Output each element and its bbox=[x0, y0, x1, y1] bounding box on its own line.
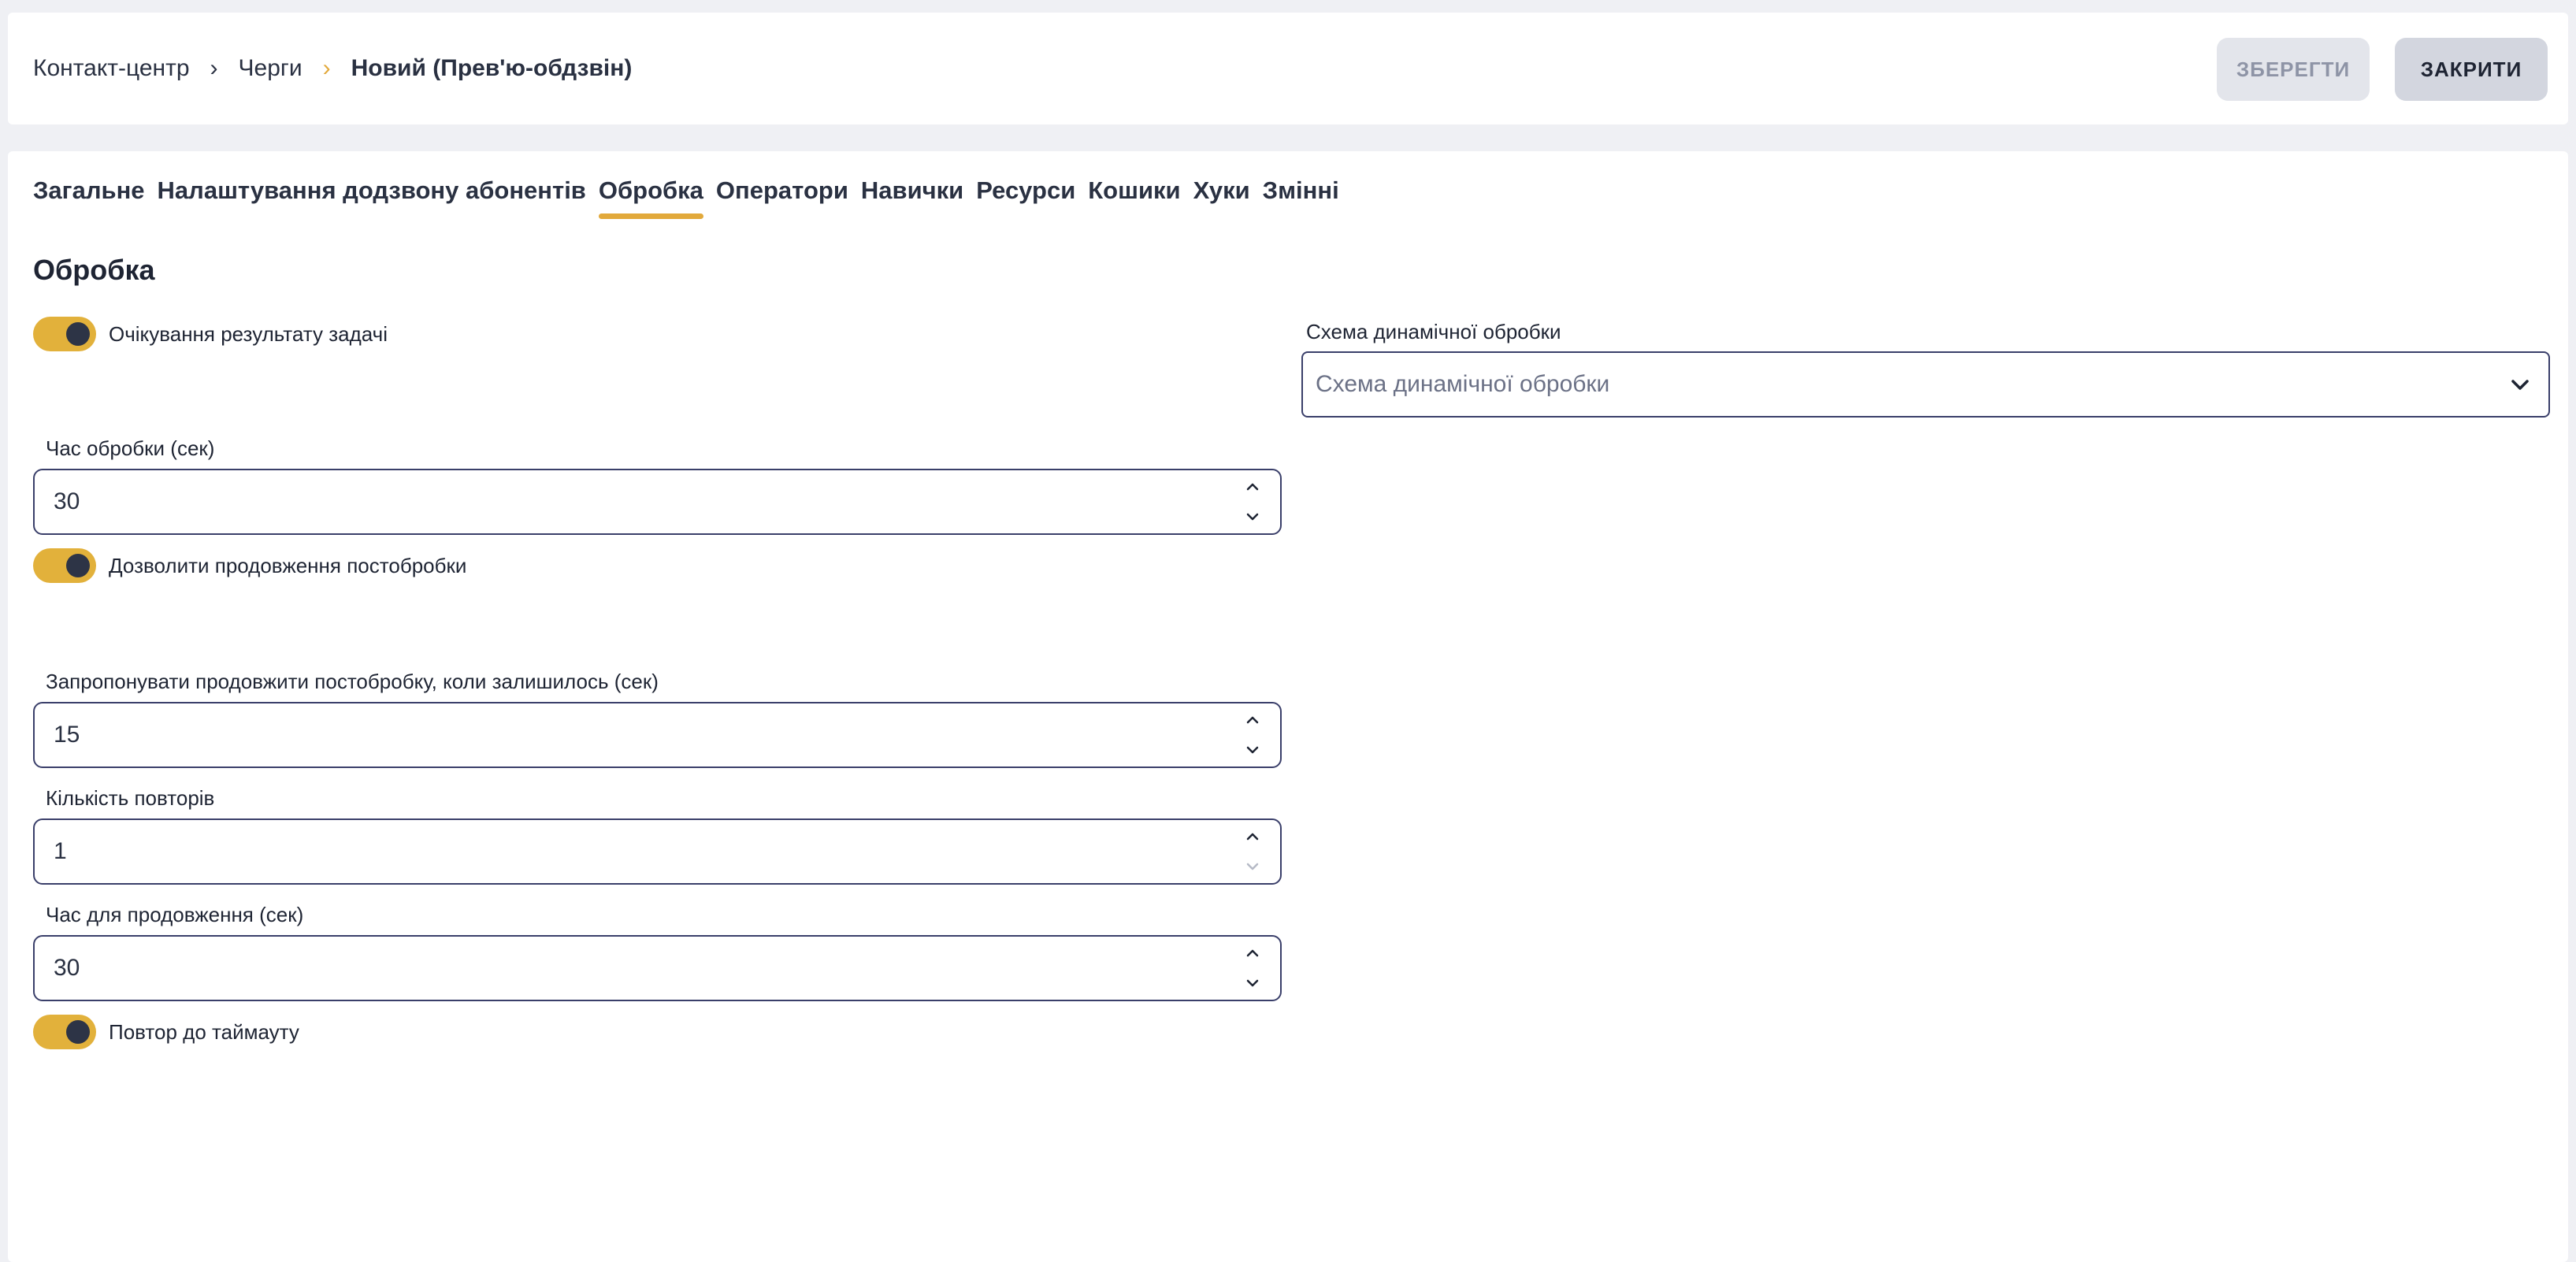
tab-operators[interactable]: Оператори bbox=[716, 176, 848, 219]
repeat-timeout-toggle[interactable] bbox=[33, 1015, 96, 1049]
tab-dialing-settings[interactable]: Налаштування додзвону абонентів bbox=[158, 176, 586, 219]
processing-time-value: 30 bbox=[54, 488, 80, 514]
main-panel: Загальне Налаштування додзвону абонентів… bbox=[8, 151, 2568, 1262]
breadcrumb-queues[interactable]: Черги bbox=[239, 55, 303, 82]
tab-bar: Загальне Налаштування додзвону абонентів… bbox=[33, 176, 1339, 219]
repeat-count-value: 1 bbox=[54, 838, 67, 864]
allow-extend-toggle[interactable] bbox=[33, 548, 96, 583]
chevron-right-icon: › bbox=[322, 55, 331, 81]
tab-skills[interactable]: Навички bbox=[861, 176, 963, 219]
await-result-row: Очікування результату задачі bbox=[33, 317, 388, 351]
tab-general[interactable]: Загальне bbox=[33, 176, 145, 219]
offer-extend-label: Запропонувати продовжити постобробку, ко… bbox=[46, 670, 659, 693]
allow-extend-row: Дозволити продовження постобробки bbox=[33, 548, 466, 583]
toggle-knob bbox=[66, 1020, 90, 1044]
extend-time-value: 30 bbox=[54, 955, 80, 981]
number-stepper[interactable] bbox=[1242, 943, 1263, 993]
number-stepper[interactable] bbox=[1242, 710, 1263, 760]
tab-hooks[interactable]: Хуки bbox=[1193, 176, 1250, 219]
save-button[interactable]: ЗБЕРЕГТИ bbox=[2217, 38, 2370, 101]
offer-extend-value: 15 bbox=[54, 722, 80, 748]
await-result-label: Очікування результату задачі bbox=[109, 321, 388, 346]
toggle-knob bbox=[66, 554, 90, 577]
toggle-knob bbox=[66, 322, 90, 346]
tab-baskets[interactable]: Кошики bbox=[1088, 176, 1180, 219]
tab-variables[interactable]: Змінні bbox=[1263, 176, 1339, 219]
chevron-down-icon bbox=[2509, 373, 2531, 399]
page-header: Контакт-центр › Черги › Новий (Прев'ю-об… bbox=[8, 13, 2568, 124]
repeat-timeout-label: Повтор до таймауту bbox=[109, 1019, 299, 1044]
repeat-count-label: Кількість повторів bbox=[46, 786, 215, 810]
chevron-right-icon: › bbox=[210, 55, 218, 81]
close-button[interactable]: ЗАКРИТИ bbox=[2395, 38, 2548, 101]
tab-processing[interactable]: Обробка bbox=[598, 176, 703, 219]
extend-time-input[interactable]: 30 bbox=[33, 935, 1282, 1001]
breadcrumb-contact-center[interactable]: Контакт-центр bbox=[33, 55, 190, 82]
schema-placeholder: Схема динамічної обробки bbox=[1316, 371, 1610, 397]
schema-select[interactable]: Схема динамічної обробки bbox=[1301, 351, 2550, 418]
section-title: Обробка bbox=[33, 254, 155, 286]
breadcrumb: Контакт-центр › Черги › Новий (Прев'ю-об… bbox=[33, 13, 632, 124]
schema-label: Схема динамічної обробки bbox=[1306, 320, 1561, 343]
breadcrumb-current: Новий (Прев'ю-обдзвін) bbox=[351, 55, 633, 81]
allow-extend-label: Дозволити продовження постобробки bbox=[109, 553, 467, 577]
await-result-toggle[interactable] bbox=[33, 317, 96, 351]
extend-time-label: Час для продовження (сек) bbox=[46, 903, 304, 926]
tab-resources[interactable]: Ресурси bbox=[976, 176, 1075, 219]
processing-time-label: Час обробки (сек) bbox=[46, 436, 215, 460]
repeat-timeout-row: Повтор до таймауту bbox=[33, 1015, 299, 1049]
repeat-count-input[interactable]: 1 bbox=[33, 818, 1282, 885]
offer-extend-input[interactable]: 15 bbox=[33, 702, 1282, 768]
processing-time-input[interactable]: 30 bbox=[33, 469, 1282, 535]
number-stepper[interactable] bbox=[1242, 477, 1263, 527]
number-stepper[interactable] bbox=[1242, 826, 1263, 877]
